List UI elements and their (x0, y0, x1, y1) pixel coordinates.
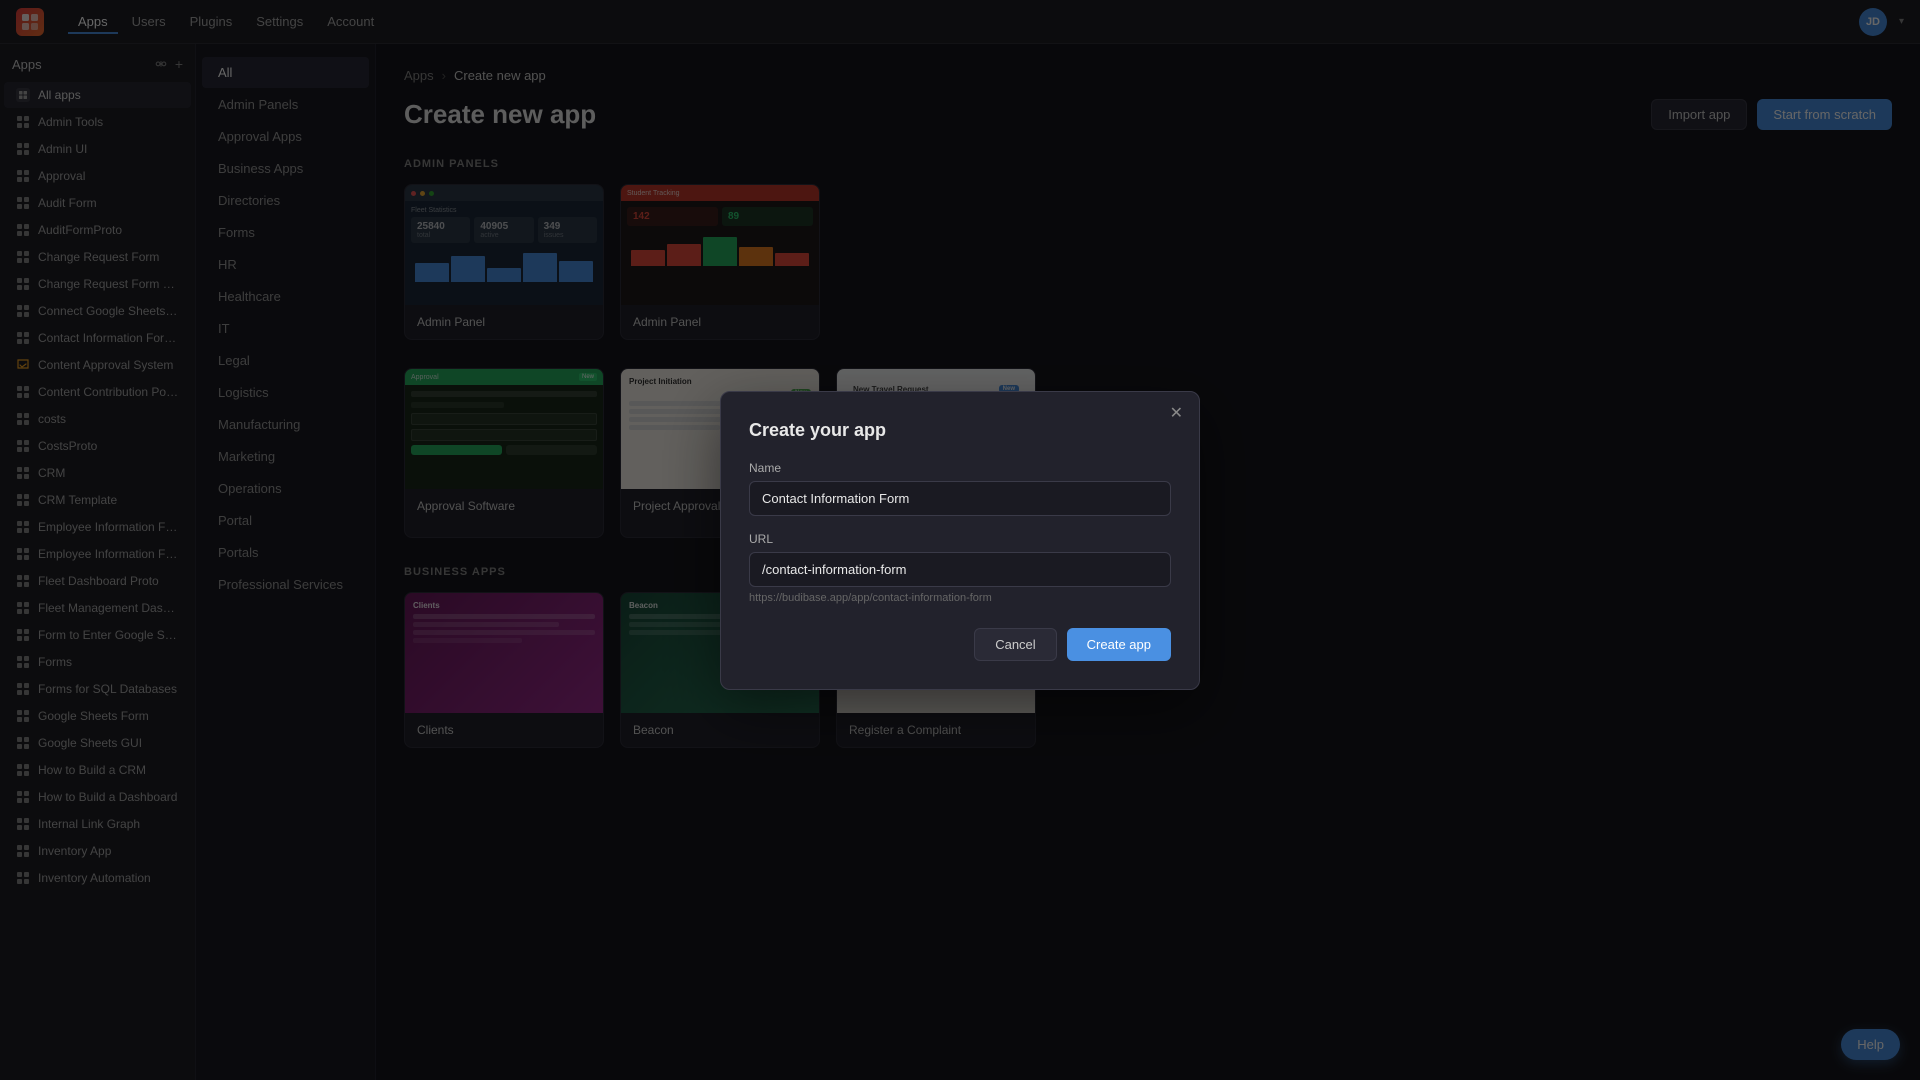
create-app-modal: ✕ Create your app Name URL https://budib… (720, 391, 1200, 690)
modal-title: Create your app (749, 420, 1171, 441)
url-hint: https://budibase.app/app/contact-informa… (749, 592, 1171, 604)
create-app-button[interactable]: Create app (1067, 628, 1171, 661)
app-url-input[interactable] (749, 552, 1171, 587)
cancel-button[interactable]: Cancel (974, 628, 1056, 661)
url-label: URL (749, 532, 1171, 546)
modal-overlay[interactable]: ✕ Create your app Name URL https://budib… (0, 0, 1920, 1080)
url-form-group: URL https://budibase.app/app/contact-inf… (749, 532, 1171, 604)
modal-actions: Cancel Create app (749, 628, 1171, 661)
name-label: Name (749, 461, 1171, 475)
name-form-group: Name (749, 461, 1171, 516)
modal-close-button[interactable]: ✕ (1170, 406, 1183, 422)
app-name-input[interactable] (749, 481, 1171, 516)
